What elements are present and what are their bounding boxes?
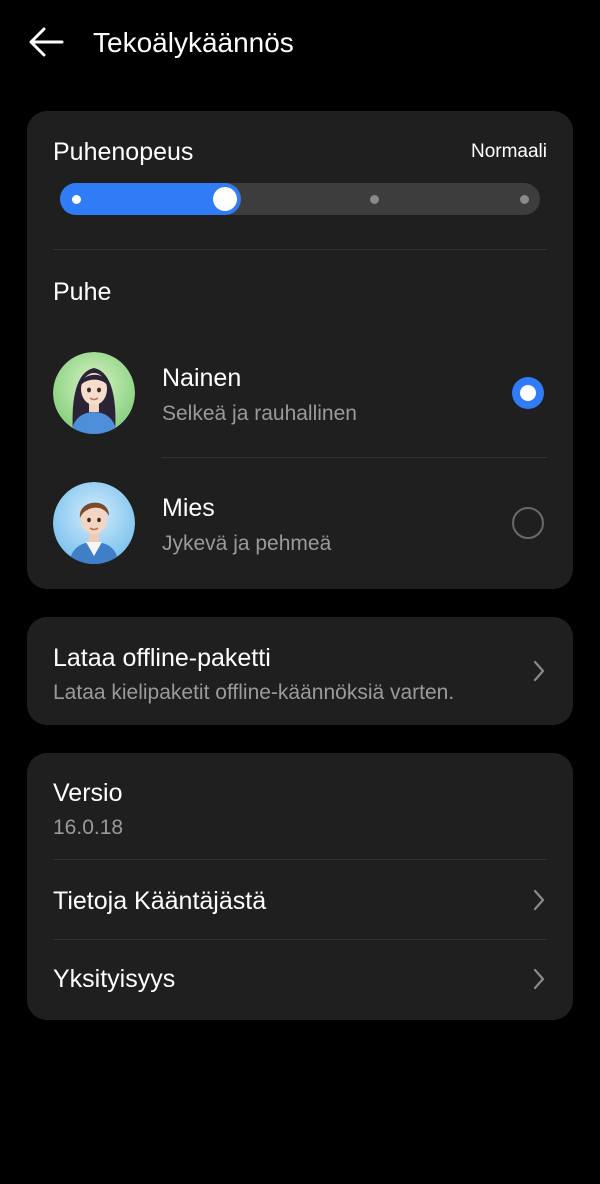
male-avatar-icon <box>53 482 135 564</box>
voice-option-description: Jykevä ja pehmeä <box>162 532 332 555</box>
page-title: Tekoälykäännös <box>93 27 294 58</box>
voice-option-name: Nainen <box>162 364 242 392</box>
slider-step-dot <box>370 195 380 204</box>
app-header: Tekoälykäännös <box>0 0 600 90</box>
settings-page: Tekoälykäännös Puhenopeus Normaali Puhe <box>0 0 600 1184</box>
slider-step-dot <box>519 195 529 204</box>
version-label: Versio <box>53 779 123 807</box>
voice-option-female[interactable]: Nainen Selkeä ja rauhallinen <box>27 333 573 453</box>
offline-package-title: Lataa offline-paketti <box>53 644 271 672</box>
about-translator-label: Tietoja Kääntäjästä <box>53 887 267 915</box>
divider <box>162 457 547 458</box>
divider <box>53 249 547 250</box>
voice-option-male[interactable]: Mies Jykevä ja pehmeä <box>27 463 573 583</box>
info-card: Versio 16.0.18 Tietoja Kääntäjästä Yksit… <box>27 753 573 1020</box>
about-translator-link[interactable]: Tietoja Kääntäjästä <box>27 860 573 939</box>
back-button[interactable] <box>24 22 68 62</box>
arrow-left-icon <box>29 27 64 57</box>
voice-settings-card: Puhenopeus Normaali Puhe Nainen Selkeä j… <box>27 111 573 589</box>
female-avatar-icon <box>53 352 135 434</box>
offline-package-card[interactable]: Lataa offline-paketti Lataa kielipaketit… <box>27 617 573 725</box>
offline-package-subtitle: Lataa kielipaketit offline-käännöksiä va… <box>53 681 455 704</box>
radio-button-selected[interactable] <box>512 377 544 409</box>
chevron-right-icon <box>533 889 545 911</box>
voice-heading: Puhe <box>53 278 112 306</box>
version-value: 16.0.18 <box>53 816 124 839</box>
radio-button-unselected[interactable] <box>512 507 544 539</box>
voice-option-name: Mies <box>162 494 215 522</box>
chevron-right-icon <box>533 660 545 682</box>
privacy-label: Yksityisyys <box>53 965 176 993</box>
slider-step-dot <box>71 195 81 204</box>
speech-speed-slider[interactable] <box>60 183 540 215</box>
speech-speed-value: Normaali <box>470 141 547 162</box>
privacy-link[interactable]: Yksityisyys <box>27 940 573 1019</box>
chevron-right-icon <box>533 968 545 990</box>
speech-speed-label: Puhenopeus <box>53 138 194 166</box>
voice-option-description: Selkeä ja rauhallinen <box>162 402 357 425</box>
